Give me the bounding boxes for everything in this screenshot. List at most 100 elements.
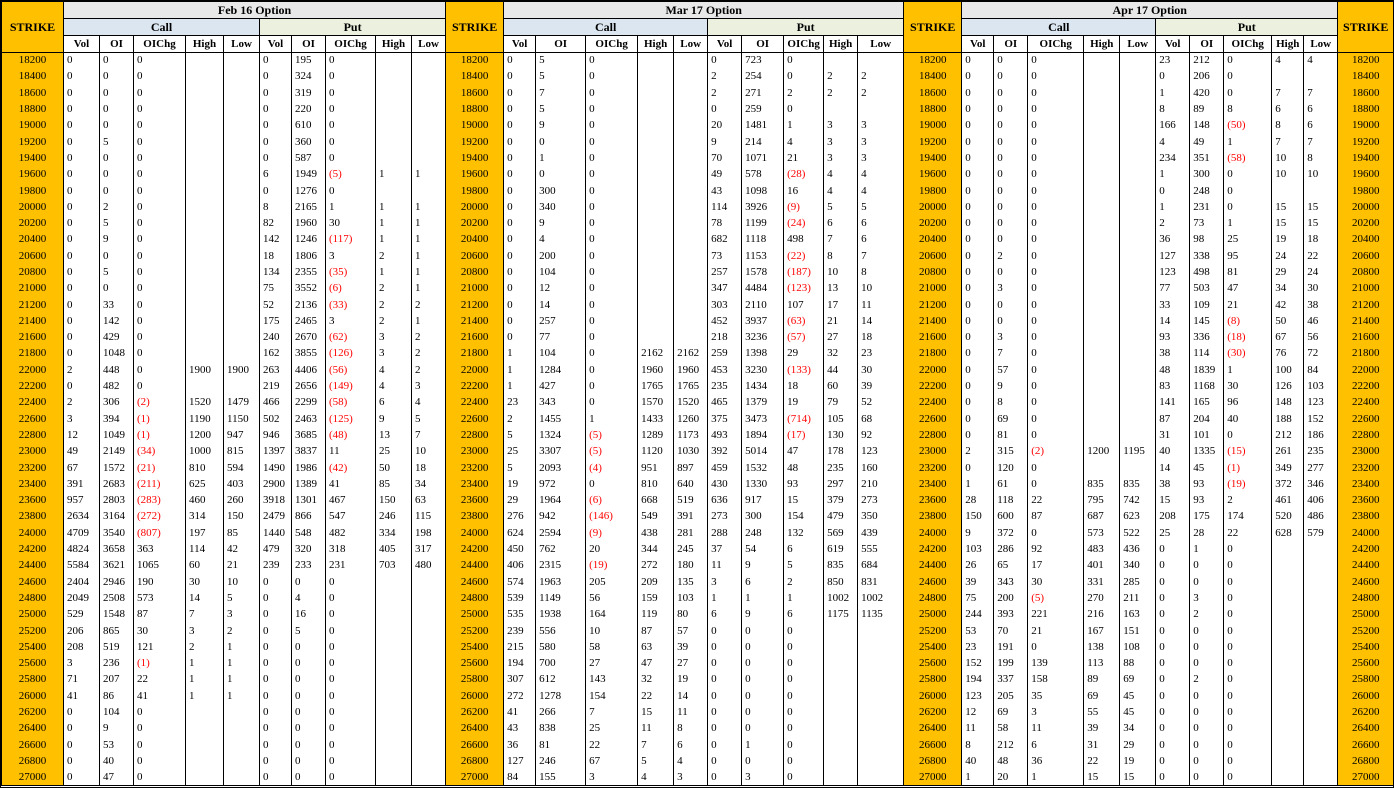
strike-cell: 21800 xyxy=(1,345,64,363)
call-low-cell xyxy=(223,704,260,721)
put-vol-cell: 392 xyxy=(707,443,743,460)
call-vol-cell: 215 xyxy=(503,639,537,656)
call-oi-cell: 0 xyxy=(993,231,1029,249)
put-oichg-cell: (56) xyxy=(325,362,376,379)
call-oi-cell: 0 xyxy=(993,199,1029,216)
put-low-cell: 123 xyxy=(857,443,905,460)
put-high-cell xyxy=(375,671,412,689)
call-low-cell: 103 xyxy=(673,590,709,607)
strike-cell: 18400 xyxy=(903,68,963,86)
call-low-cell xyxy=(223,215,260,232)
call-high-cell xyxy=(185,720,224,737)
strike-cell: 21400 xyxy=(903,313,963,330)
put-high-cell: 3 xyxy=(823,117,859,134)
call-vol-cell: 239 xyxy=(503,622,537,640)
strike-cell: 23800 xyxy=(903,508,963,526)
strike-cell: 23000 xyxy=(1,443,64,460)
strike-cell: 19400 xyxy=(1,150,64,167)
call-low-cell: 391 xyxy=(673,508,709,526)
put-low-cell xyxy=(410,52,447,69)
call-oi-cell: 286 xyxy=(993,541,1029,558)
put-low-cell xyxy=(410,671,447,689)
call-oichg-cell: 0 xyxy=(133,166,186,183)
put-low-cell: 6 xyxy=(857,231,905,249)
put-oichg-cell: (50) xyxy=(1223,117,1273,134)
put-high-cell xyxy=(1271,606,1305,623)
call-oi-cell: 81 xyxy=(993,427,1029,444)
put-low-cell: 123 xyxy=(1303,394,1339,412)
call-oichg-cell: 0 xyxy=(133,68,186,86)
call-oichg-cell: 10 xyxy=(585,622,639,640)
put-vol-cell: 52 xyxy=(259,296,292,314)
put-oi-cell: 214 xyxy=(741,133,785,151)
call-low-cell: 211 xyxy=(1119,590,1157,607)
call-vol-cell: 0 xyxy=(63,329,100,346)
put-low-cell xyxy=(857,688,905,705)
call-oichg-cell: 0 xyxy=(133,215,186,232)
put-high-cell xyxy=(1271,671,1305,689)
put-high-cell xyxy=(823,720,859,737)
table-row: 21000 0 0 0 75 3552 (6) 2 1 21000 0 12 0 347 4484 (123)… xyxy=(1,280,1393,297)
call-low-cell xyxy=(1119,231,1157,249)
call-low-cell: 1173 xyxy=(673,427,709,444)
call-oi-cell: 40 xyxy=(99,753,134,770)
call-vol-cell: 39 xyxy=(961,574,995,591)
put-high-cell: 835 xyxy=(823,557,859,574)
table-row: 25600 3 236 (1) 1 1 0 0 0 25600 194 700 27 47 27 0 0 0 256… xyxy=(1,655,1393,672)
table-row: 21800 0 1048 0 162 3855 (126) 3 2 21800 1 104 0 2162 2… xyxy=(1,345,1393,363)
put-vol-cell: 0 xyxy=(707,736,743,754)
strike-cell: 25800 xyxy=(1337,671,1393,689)
put-low-cell xyxy=(1303,590,1339,607)
call-high-cell xyxy=(1083,166,1121,183)
call-oi-cell: 0 xyxy=(535,166,587,183)
put-high-cell: 5 xyxy=(823,199,859,216)
strike-cell: 20600 xyxy=(1337,248,1393,265)
call-oichg-cell: 0 xyxy=(1027,362,1085,379)
put-oichg-cell: (35) xyxy=(325,264,376,281)
strike-cell: 24400 xyxy=(903,557,963,574)
put-oichg-cell: 0 xyxy=(1223,85,1273,102)
put-high-cell: 188 xyxy=(1271,411,1305,428)
call-high-cell: 167 xyxy=(1083,622,1121,640)
call-oichg-cell: 11 xyxy=(1027,720,1085,737)
strike-cell: 24400 xyxy=(1,557,64,574)
put-oi-cell: 0 xyxy=(1189,639,1225,656)
put-oi-cell: 0 xyxy=(1189,704,1225,721)
put-oichg-cell: 0 xyxy=(783,671,825,689)
put-high-cell xyxy=(375,68,412,86)
put-oi-cell: 1839 xyxy=(1189,362,1225,379)
put-low-cell xyxy=(857,704,905,721)
put-oi-cell: 248 xyxy=(1189,182,1225,200)
strike-cell: 22400 xyxy=(903,394,963,412)
call-oi-cell: 0 xyxy=(993,215,1029,232)
put-low-cell xyxy=(410,85,447,102)
put-high-cell: 6 xyxy=(375,394,412,412)
column-header: Low xyxy=(223,35,260,53)
put-high-cell: 8 xyxy=(823,248,859,265)
call-vol-cell: 406 xyxy=(503,557,537,574)
put-oi-cell: 98 xyxy=(1189,231,1225,249)
put-vol-cell: 1 xyxy=(1155,166,1191,183)
put-oi-cell: 498 xyxy=(1189,264,1225,281)
put-oi-cell: 1168 xyxy=(1189,378,1225,395)
call-oi-cell: 77 xyxy=(535,329,587,346)
call-vol-cell: 29 xyxy=(503,492,537,509)
call-vol-cell: 103 xyxy=(961,541,995,558)
table-row: 26000 41 86 41 1 1 0 0 0 26000 272 1278 154 22 14 0 0 0 26… xyxy=(1,688,1393,705)
call-high-cell: 401 xyxy=(1083,557,1121,574)
put-high-cell xyxy=(823,753,859,770)
strike-cell: 19200 xyxy=(445,133,505,151)
call-oichg-cell: 0 xyxy=(1027,52,1085,69)
put-high-cell: 7 xyxy=(823,231,859,249)
put-vol-cell: 0 xyxy=(259,182,292,200)
call-low-cell xyxy=(1119,264,1157,281)
call-high-cell xyxy=(1083,199,1121,216)
call-low-cell xyxy=(223,280,260,297)
put-vol-cell: 0 xyxy=(1155,639,1191,656)
put-vol-cell: 0 xyxy=(1155,574,1191,591)
put-oichg-cell: 0 xyxy=(1223,68,1273,86)
put-oi-cell: 4 xyxy=(291,590,326,607)
put-vol-cell: 0 xyxy=(1155,606,1191,623)
put-low-cell: 18 xyxy=(1303,231,1339,249)
put-vol-cell: 6 xyxy=(707,606,743,623)
